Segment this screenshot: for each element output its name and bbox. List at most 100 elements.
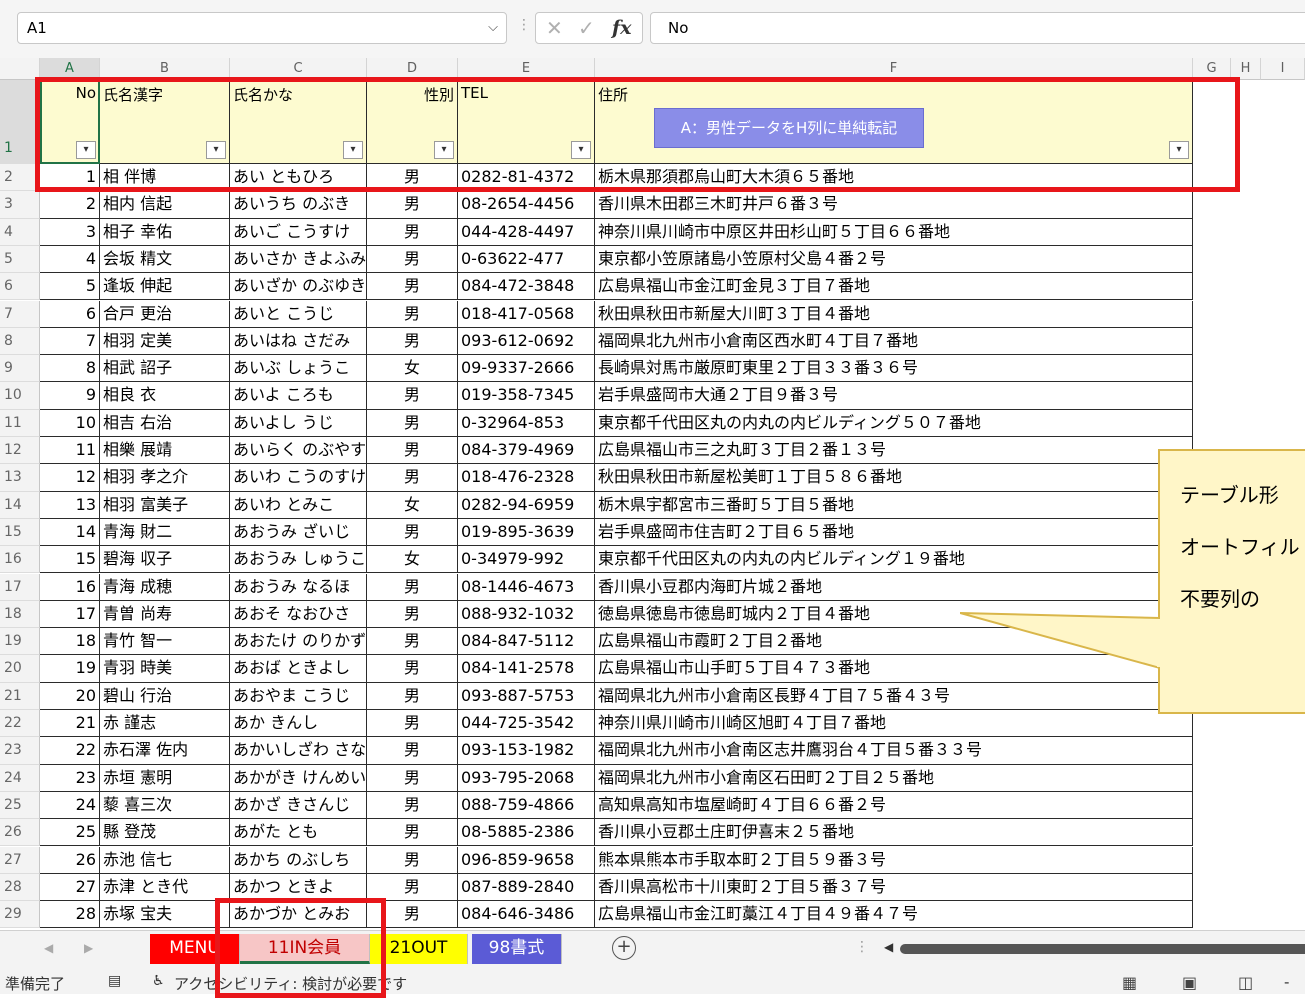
cell-address[interactable]: 広島県福山市三之丸町３丁目２番１３号 <box>595 437 1193 465</box>
formula-input[interactable]: No <box>650 12 1305 44</box>
header-cell-kanji[interactable]: 氏名漢字 ▾ <box>100 80 230 164</box>
cell-no[interactable]: 19 <box>40 655 100 683</box>
cell-no[interactable]: 22 <box>40 737 100 765</box>
row-header[interactable]: 2 <box>0 164 40 192</box>
cell-address[interactable]: 福岡県北九州市小倉南区志井鷹羽台４丁目５番３３号 <box>595 737 1193 765</box>
cell-kanji[interactable]: 相武 詔子 <box>100 355 230 383</box>
cell-kana[interactable]: あいぶ しょうこ <box>230 355 367 383</box>
row-header[interactable]: 17 <box>0 573 40 601</box>
cell-tel[interactable]: 044-428-4497 <box>458 218 595 246</box>
cell-tel[interactable]: 093-887-5753 <box>458 682 595 710</box>
cell-gender[interactable]: 男 <box>367 164 458 192</box>
enter-icon[interactable]: ✓ <box>578 16 595 40</box>
row-header[interactable]: 16 <box>0 546 40 574</box>
cell-tel[interactable]: 084-847-5112 <box>458 628 595 656</box>
cell-kana[interactable]: あいと こうじ <box>230 300 367 328</box>
cell-address[interactable]: 広島県福山市金江町藁江４丁目４９番４７号 <box>595 901 1193 929</box>
filter-dropdown-gender[interactable]: ▾ <box>434 141 454 159</box>
cell-gender[interactable]: 男 <box>367 218 458 246</box>
cell-tel[interactable]: 0282-81-4372 <box>458 164 595 192</box>
cell-no[interactable]: 18 <box>40 628 100 656</box>
cell-no[interactable]: 14 <box>40 518 100 547</box>
cell-gender[interactable]: 女 <box>367 546 458 574</box>
cell-gender[interactable]: 男 <box>367 273 458 301</box>
sheet-tab[interactable]: MENU <box>150 934 240 964</box>
cell-kana[interactable]: あいざか のぶゆき <box>230 273 367 301</box>
cell-no[interactable]: 25 <box>40 819 100 847</box>
cell-gender[interactable]: 女 <box>367 355 458 383</box>
cell-kana[interactable]: あかづか とみお <box>230 901 367 929</box>
cell-no[interactable]: 2 <box>40 191 100 219</box>
row-header[interactable]: 7 <box>0 300 40 328</box>
cell-kana[interactable]: あおたけ のりかず <box>230 628 367 656</box>
cell-kanji[interactable]: 青羽 時美 <box>100 655 230 683</box>
cell-kanji[interactable]: 相樂 展靖 <box>100 437 230 465</box>
cell-no[interactable]: 28 <box>40 901 100 929</box>
cell-kanji[interactable]: 縣 登茂 <box>100 819 230 847</box>
cell-gender[interactable]: 男 <box>367 655 458 683</box>
cell-address[interactable]: 広島県福山市金江町金見３丁目７番地 <box>595 273 1193 301</box>
cell-address[interactable]: 岩手県盛岡市大通２丁目９番３号 <box>595 382 1193 410</box>
column-header-b[interactable]: B <box>100 58 230 80</box>
page-break-view-icon[interactable]: ◫ <box>1238 973 1253 992</box>
cell-tel[interactable]: 093-153-1982 <box>458 737 595 765</box>
cell-tel[interactable]: 084-379-4969 <box>458 437 595 465</box>
cell-tel[interactable]: 018-476-2328 <box>458 464 595 492</box>
vertical-dots-icon[interactable]: ⋮ <box>855 939 869 955</box>
cell-kanji[interactable]: 碧海 収子 <box>100 546 230 574</box>
cell-kanji[interactable]: 相吉 右治 <box>100 409 230 437</box>
cell-tel[interactable]: 093-612-0692 <box>458 327 595 356</box>
cell-kana[interactable]: あおうみ しゅうこ <box>230 546 367 574</box>
row-header[interactable]: 20 <box>0 655 40 683</box>
cell-tel[interactable]: 08-1446-4673 <box>458 573 595 601</box>
scroll-left-icon[interactable]: ◀ <box>884 940 893 954</box>
cell-no[interactable]: 17 <box>40 600 100 629</box>
cell-kanji[interactable]: 赤塚 宝夫 <box>100 901 230 929</box>
accessibility-icon[interactable]: ♿ <box>152 973 165 989</box>
cell-kana[interactable]: あいご こうすけ <box>230 218 367 246</box>
sheet-tab[interactable]: 11IN会員 <box>240 934 370 964</box>
cell-tel[interactable]: 096-859-9658 <box>458 846 595 874</box>
row-header[interactable]: 24 <box>0 764 40 792</box>
cell-kana[interactable]: あおば ときよし <box>230 655 367 683</box>
cell-address[interactable]: 神奈川県川崎市川崎区旭町４丁目７番地 <box>595 710 1193 738</box>
cell-no[interactable]: 21 <box>40 710 100 738</box>
cell-kana[interactable]: あい ともひろ <box>230 164 367 192</box>
cell-gender[interactable]: 男 <box>367 764 458 792</box>
cell-no[interactable]: 12 <box>40 464 100 492</box>
cell-kanji[interactable]: 相内 信起 <box>100 191 230 219</box>
cell-kanji[interactable]: 相 伴博 <box>100 164 230 192</box>
header-cell-gender[interactable]: 性別 ▾ <box>367 80 458 164</box>
cell-address[interactable]: 東京都千代田区丸の内丸の内ビルディング１９番地 <box>595 546 1193 574</box>
cell-tel[interactable]: 09-9337-2666 <box>458 355 595 383</box>
cell-address[interactable]: 香川県小豆郡内海町片城２番地 <box>595 573 1193 601</box>
cell-kana[interactable]: あかつ ときよ <box>230 873 367 902</box>
cell-tel[interactable]: 088-932-1032 <box>458 600 595 629</box>
row-header[interactable]: 4 <box>0 218 40 246</box>
cell-no[interactable]: 13 <box>40 491 100 519</box>
accessibility-status[interactable]: アクセシビリティ: 検討が必要です <box>174 973 407 994</box>
row-header[interactable]: 21 <box>0 682 40 710</box>
horizontal-scrollbar[interactable] <box>900 944 1305 954</box>
cell-no[interactable]: 16 <box>40 573 100 601</box>
cell-no[interactable]: 9 <box>40 382 100 410</box>
cell-kana[interactable]: あかいしざわ さない <box>230 737 367 765</box>
header-cell-tel[interactable]: TEL ▾ <box>458 80 595 164</box>
cell-kanji[interactable]: 青竹 智一 <box>100 628 230 656</box>
cell-kana[interactable]: あおうみ なるほ <box>230 573 367 601</box>
cell-tel[interactable]: 019-358-7345 <box>458 382 595 410</box>
cell-tel[interactable]: 019-895-3639 <box>458 518 595 547</box>
cell-address[interactable]: 福岡県北九州市小倉南区石田町２丁目２５番地 <box>595 764 1193 792</box>
cell-address[interactable]: 秋田県秋田市新屋松美町１丁目５８６番地 <box>595 464 1193 492</box>
cell-tel[interactable]: 08-5885-2386 <box>458 819 595 847</box>
cell-gender[interactable]: 男 <box>367 819 458 847</box>
row-header[interactable]: 26 <box>0 819 40 847</box>
tab-scroll-left-icon[interactable]: ◀ <box>44 941 53 955</box>
row-header[interactable]: 29 <box>0 901 40 929</box>
column-header-f[interactable]: F <box>595 58 1193 80</box>
cancel-icon[interactable]: ✕ <box>546 16 563 40</box>
cell-gender[interactable]: 男 <box>367 600 458 629</box>
cell-gender[interactable]: 男 <box>367 628 458 656</box>
cell-tel[interactable]: 084-141-2578 <box>458 655 595 683</box>
cell-kana[interactable]: あいわ とみこ <box>230 491 367 519</box>
